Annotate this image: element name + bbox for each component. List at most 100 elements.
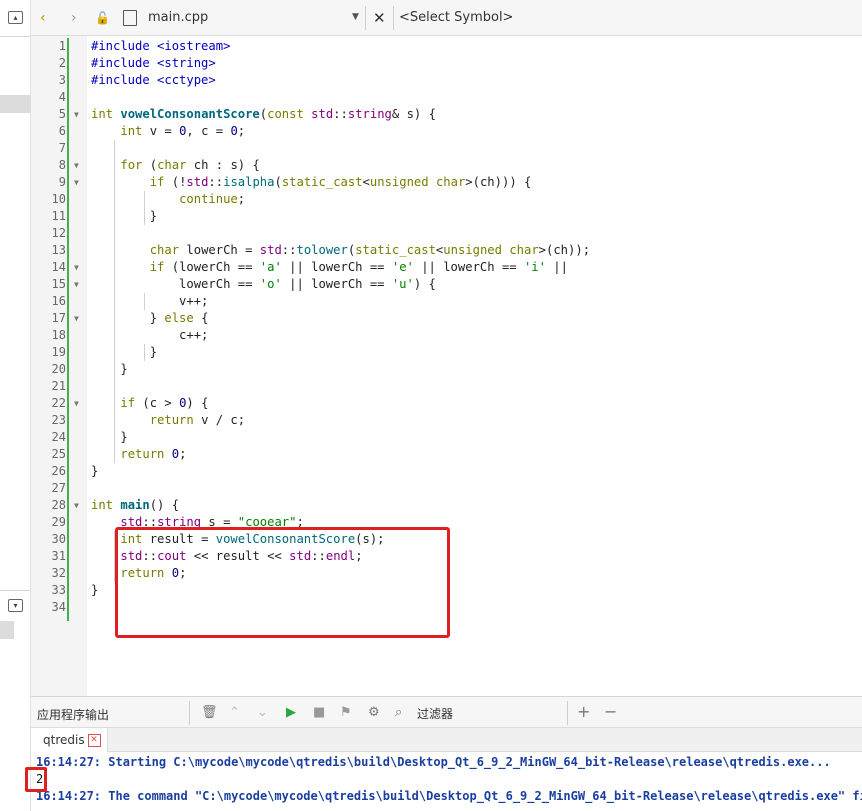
code-line[interactable]: 18 c++; [31, 327, 862, 344]
chevron-down-icon[interactable]: ⌄ [257, 705, 268, 720]
code-text: } [91, 464, 99, 478]
code-line[interactable]: 14 ▼ if (lowerCh == 'a' || lowerCh == 'e'… [31, 259, 862, 276]
code-line[interactable]: 21 [31, 378, 862, 395]
output-console[interactable]: 16:14:27: Starting C:\mycode\mycode\qtre… [31, 752, 862, 811]
line-number: 32 [51, 566, 66, 580]
code-text: int main() { [91, 498, 180, 512]
code-line[interactable]: 12 [31, 225, 862, 242]
strip-selected-row[interactable] [0, 621, 14, 639]
line-number: 14 [51, 260, 66, 274]
debug-run-icon[interactable]: ⚑ [340, 705, 352, 720]
line-number: 13 [51, 243, 66, 257]
cpp-file-icon [123, 10, 137, 26]
code-line[interactable]: 20 } [31, 361, 862, 378]
filter-input[interactable]: 过滤器 [417, 705, 453, 722]
code-line[interactable]: 25 return 0; [31, 446, 862, 463]
trash-icon[interactable]: 🗑 [201, 705, 218, 720]
code-line[interactable]: 17 ▼ } else { [31, 310, 862, 327]
line-number: 2 [58, 56, 66, 70]
code-line[interactable]: 15 ▼ lowerCh == 'o' || lowerCh == 'u') { [31, 276, 862, 293]
code-text: } [91, 362, 128, 376]
close-icon[interactable]: ✕ [373, 9, 386, 27]
fold-marker-icon[interactable]: ▼ [74, 310, 79, 327]
fold-marker-icon[interactable]: ▼ [74, 259, 79, 276]
stop-icon[interactable]: ■ [313, 705, 325, 720]
code-line[interactable]: 22 ▼ if (c > 0) { [31, 395, 862, 412]
code-line[interactable]: 9 ▼ if (!std::isalpha(static_cast<unsigne… [31, 174, 862, 191]
unlock-icon[interactable]: 🔓 [95, 9, 110, 27]
line-number: 12 [51, 226, 66, 240]
line-number: 6 [58, 124, 66, 138]
plus-icon[interactable]: + [577, 702, 590, 721]
code-text: } [91, 345, 158, 359]
fold-marker-icon[interactable]: ▼ [74, 106, 79, 123]
output-tab[interactable]: qtredis ✕ [31, 728, 108, 752]
line-number: 5 [58, 107, 66, 121]
output-tab-bar: qtredis ✕ [31, 728, 862, 752]
code-line[interactable]: 28 ▼ int main() { [31, 497, 862, 514]
line-number: 31 [51, 549, 66, 563]
code-text: #include <iostream> [91, 39, 231, 53]
fold-marker-icon[interactable]: ▼ [74, 174, 79, 191]
code-line[interactable]: 23 return v / c; [31, 412, 862, 429]
line-number: 23 [51, 413, 66, 427]
fold-marker-icon[interactable]: ▼ [74, 497, 79, 514]
code-line[interactable]: 27 [31, 480, 862, 497]
line-number: 25 [51, 447, 66, 461]
collapse-down-icon[interactable]: ▾ [8, 599, 23, 612]
code-text: #include <string> [91, 56, 216, 70]
code-line[interactable]: 10 continue; [31, 191, 862, 208]
code-editor[interactable]: 1 #include <iostream> 2 #include <string> 3 #… [31, 36, 862, 696]
run-icon[interactable]: ▶ [286, 705, 296, 720]
line-number: 24 [51, 430, 66, 444]
left-side-strip: ▴ ▾ [0, 0, 31, 811]
code-line[interactable]: 1 #include <iostream> [31, 38, 862, 55]
fold-marker-icon[interactable]: ▼ [74, 157, 79, 174]
code-line[interactable]: 19 } [31, 344, 862, 361]
code-line[interactable]: 11 } [31, 208, 862, 225]
output-line: 16:14:27: Starting C:\mycode\mycode\qtre… [36, 755, 831, 769]
chevron-up-icon[interactable]: ⌃ [229, 705, 240, 720]
code-text: c++; [91, 328, 209, 342]
gear-icon[interactable]: ⚙ [368, 705, 380, 720]
code-text: return 0; [120, 447, 187, 461]
back-icon[interactable]: ‹ [40, 9, 46, 27]
indent-guide [143, 344, 145, 361]
fold-marker-icon[interactable]: ▼ [74, 276, 79, 293]
code-line[interactable]: 24 } [31, 429, 862, 446]
collapse-up-icon[interactable]: ▴ [8, 11, 23, 24]
line-number: 29 [51, 515, 66, 529]
line-number: 7 [58, 141, 66, 155]
fold-marker-icon[interactable]: ▼ [74, 395, 79, 412]
code-text: int vowelConsonantScore(const std::strin… [91, 107, 436, 121]
strip-divider [0, 590, 31, 591]
file-name-label[interactable]: main.cpp [148, 10, 208, 25]
code-line[interactable]: 16 v++; [31, 293, 862, 310]
code-line[interactable]: 6 int v = 0, c = 0; [31, 123, 862, 140]
code-line[interactable]: 3 #include <cctype> [31, 72, 862, 89]
code-line[interactable]: 4 [31, 89, 862, 106]
indent-guide [114, 531, 116, 582]
forward-icon[interactable]: › [71, 9, 77, 27]
line-number: 3 [58, 73, 66, 87]
indent-guide [114, 412, 116, 429]
strip-selected-row[interactable] [0, 95, 31, 113]
code-line[interactable]: 7 [31, 140, 862, 157]
indent-guide [143, 191, 145, 225]
symbol-select[interactable]: <Select Symbol> [399, 10, 513, 25]
code-text: if (c > 0) { [120, 396, 209, 410]
code-line[interactable]: 13 char lowerCh = std::tolower(static_ca… [31, 242, 862, 259]
code-line[interactable]: 26} [31, 463, 862, 480]
code-line[interactable]: 5 ▼ int vowelConsonantScore(const std::str… [31, 106, 862, 123]
line-number: 26 [51, 464, 66, 478]
code-text: #include <cctype> [91, 73, 216, 87]
line-number: 20 [51, 362, 66, 376]
code-line[interactable]: 8 ▼ for (char ch : s) { [31, 157, 862, 174]
line-number: 17 [51, 311, 66, 325]
chevron-down-icon[interactable]: ▼ [352, 12, 359, 22]
close-icon[interactable]: ✕ [87, 734, 101, 747]
code-text: } [91, 209, 158, 223]
search-icon: ⌕ [395, 705, 403, 720]
minus-icon[interactable]: − [604, 702, 617, 721]
code-line[interactable]: 2 #include <string> [31, 55, 862, 72]
